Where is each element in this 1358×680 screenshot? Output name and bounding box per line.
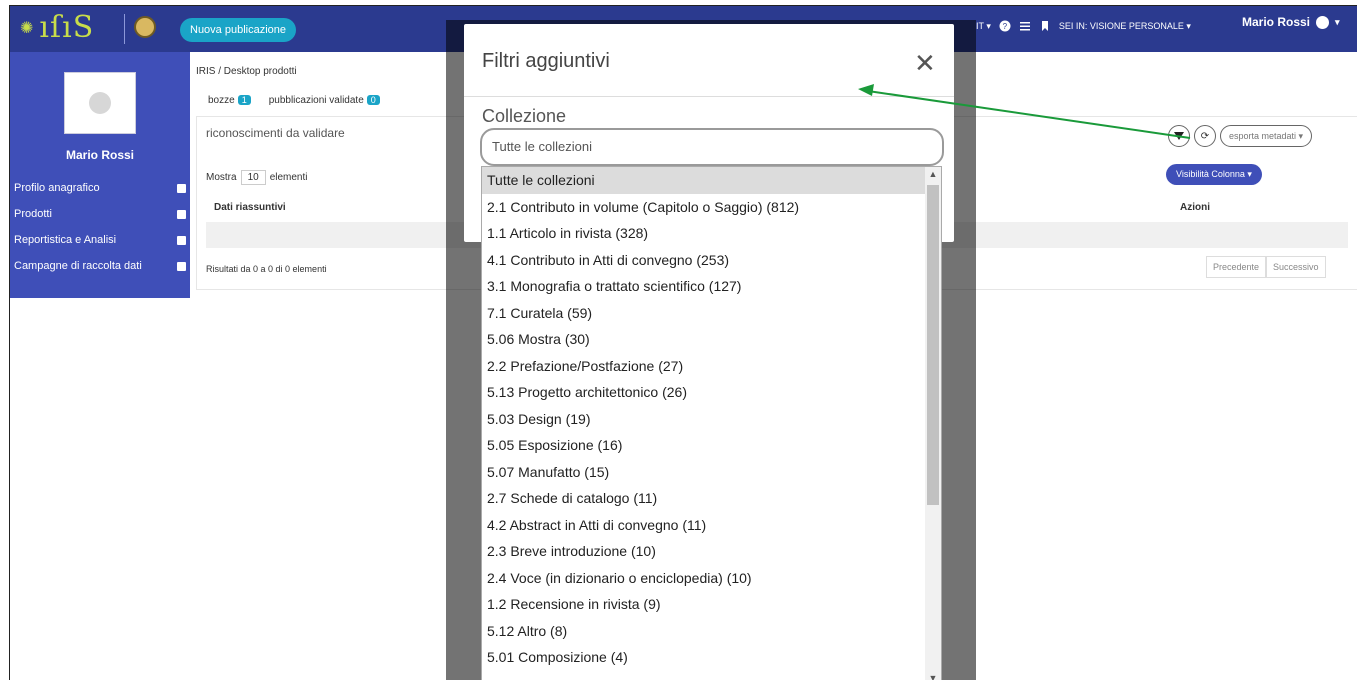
dropdown-option[interactable]: 2.7 Schede di catalogo (11) [482, 485, 941, 512]
filter-icon [1174, 132, 1184, 140]
breadcrumb[interactable]: IRIS / Desktop prodotti [196, 66, 297, 77]
dropdown-option[interactable]: 4.1 Contributo in Atti di convegno (253) [482, 247, 941, 274]
dialog-divider [464, 96, 954, 97]
person-icon [177, 183, 186, 193]
scrollbar-thumb[interactable] [927, 185, 939, 505]
dropdown-option[interactable]: 1.1 Articolo in rivista (328) [482, 220, 941, 247]
column-visibility-button[interactable]: Visibilità Colonna ▾ [1166, 164, 1262, 185]
scroll-down-icon[interactable]: ▼ [928, 673, 938, 680]
product-tabs: bozze 1 pubblicazioni validate 0 [208, 95, 380, 106]
iris-logo[interactable]: ✺ ıſıS [20, 12, 94, 44]
list-icon [177, 261, 186, 271]
close-icon[interactable]: ✕ [914, 50, 936, 76]
nav-right-menu: IT ▾ ? SEI IN: VISIONE PERSONALE ▾ [976, 20, 1191, 32]
sidebar-item-profile[interactable]: Profilo anagrafico [14, 182, 186, 194]
count-badge: 0 [366, 95, 380, 105]
logo-wordmark: ıſıS [39, 10, 95, 45]
column-header-summary[interactable]: Dati riassuntivi [214, 202, 286, 213]
sidebar-item-label: Profilo anagrafico [14, 182, 100, 194]
collection-dropdown-list[interactable]: Tutte le collezioni 2.1 Contributo in vol… [481, 166, 942, 680]
context-selector[interactable]: SEI IN: VISIONE PERSONALE ▾ [1059, 21, 1191, 32]
dropdown-option[interactable]: 7.1 Curatela (59) [482, 300, 941, 327]
dropdown-option[interactable]: 5.03 Design (19) [482, 406, 941, 433]
previous-button[interactable]: Precedente [1206, 256, 1267, 278]
dropdown-option[interactable]: 4.2 Abstract in Atti di convegno (11) [482, 512, 941, 539]
user-avatar-icon [1316, 15, 1330, 29]
dropdown-option[interactable]: 5.12 Altro (8) [482, 618, 941, 645]
sidebar: Mario Rossi Profilo anagrafico Prodotti … [10, 52, 190, 298]
next-button[interactable]: Successivo [1266, 256, 1326, 278]
app-window: ✺ ıſıS Nuova publicazione IT ▾ ? SEI IN:… [9, 5, 1357, 680]
chevron-down-icon: ▾ [1335, 16, 1340, 27]
page-length-select[interactable]: 10 [240, 170, 266, 185]
svg-text:?: ? [1002, 22, 1007, 31]
pagination: Precedente Successivo [1206, 256, 1326, 278]
bookmark-icon[interactable] [1039, 20, 1051, 32]
table-icon [177, 235, 186, 245]
card-title: riconoscimenti da validare [206, 126, 345, 140]
list-icon[interactable] [1019, 20, 1031, 32]
document-icon [177, 209, 186, 219]
dropdown-option[interactable]: 5.06 Mostra (30) [482, 326, 941, 353]
sidebar-item-campaigns[interactable]: Campagne di raccolta dati [14, 260, 186, 272]
user-silhouette-icon [89, 92, 111, 114]
sidebar-item-label: Prodotti [14, 208, 52, 220]
sidebar-user-name: Mario Rossi [65, 148, 134, 162]
help-icon[interactable]: ? [999, 20, 1011, 32]
dropdown-option[interactable]: 2.3 Breve introduzione (10) [482, 538, 941, 565]
dropdown-option[interactable]: 5.01 Composizione (4) [482, 644, 941, 671]
dialog-title: Filtri aggiuntivi [482, 50, 610, 72]
dropdown-option[interactable]: 5.05 Esposizione (16) [482, 432, 941, 459]
sidebar-item-label: Reportistica e Analisi [14, 234, 117, 246]
logo-divider [124, 14, 125, 44]
column-header-actions[interactable]: Azioni [1180, 202, 1210, 213]
tab-drafts[interactable]: bozze 1 [208, 95, 251, 106]
language-menu[interactable]: IT ▾ [976, 21, 991, 32]
dropdown-scrollbar[interactable]: ▲ ▼ [925, 167, 941, 680]
avatar [64, 72, 136, 134]
results-info: Risultati da 0 a 0 di 0 elementi [206, 264, 327, 274]
refresh-button[interactable]: ⟳ [1194, 125, 1216, 147]
dropdown-option[interactable]: 5.13 Progetto architettonico (26) [482, 379, 941, 406]
dropdown-option[interactable]: 2.4 Voce (in dizionario o enciclopedia) … [482, 565, 941, 592]
scroll-up-icon[interactable]: ▲ [928, 169, 938, 179]
university-seal-icon [134, 16, 156, 38]
dropdown-option[interactable]: 2.2 Prefazione/Postfazione (27) [482, 353, 941, 380]
refresh-icon: ⟳ [1200, 130, 1210, 142]
user-menu[interactable]: Mario Rossi ▾ [1242, 15, 1340, 29]
collection-select[interactable]: Tutte le collezioni [480, 128, 944, 166]
dropdown-option[interactable]: 2.1 Contributo in volume (Capitolo o Sag… [482, 194, 941, 221]
sidebar-item-label: Campagne di raccolta dati [14, 260, 142, 272]
option-list: Tutte le collezioni 2.1 Contributo in vol… [482, 167, 941, 671]
tab-validated[interactable]: pubblicazioni validate 0 [269, 95, 380, 106]
filter-button[interactable] [1168, 125, 1190, 147]
new-publication-button[interactable]: Nuova publicazione [180, 18, 297, 42]
dropdown-option[interactable]: 5.07 Manufatto (15) [482, 459, 941, 486]
sidebar-item-products[interactable]: Prodotti [14, 208, 186, 220]
page-length-control: Mostra 10 elementi [206, 170, 308, 185]
sidebar-item-reports[interactable]: Reportistica e Analisi [14, 234, 186, 246]
table-tools: ⟳ esporta metadati ▾ [1168, 125, 1313, 147]
collection-label: Collezione [482, 106, 567, 126]
logo-dots-icon: ✺ [20, 20, 34, 37]
user-name: Mario Rossi [1242, 15, 1311, 29]
dropdown-option[interactable]: 1.2 Recensione in rivista (9) [482, 591, 941, 618]
dropdown-option[interactable]: 3.1 Monografia o trattato scientifico (1… [482, 273, 941, 300]
dropdown-option[interactable]: Tutte le collezioni [482, 167, 941, 194]
export-metadata-button[interactable]: esporta metadati ▾ [1220, 125, 1313, 147]
count-badge: 1 [237, 95, 251, 105]
